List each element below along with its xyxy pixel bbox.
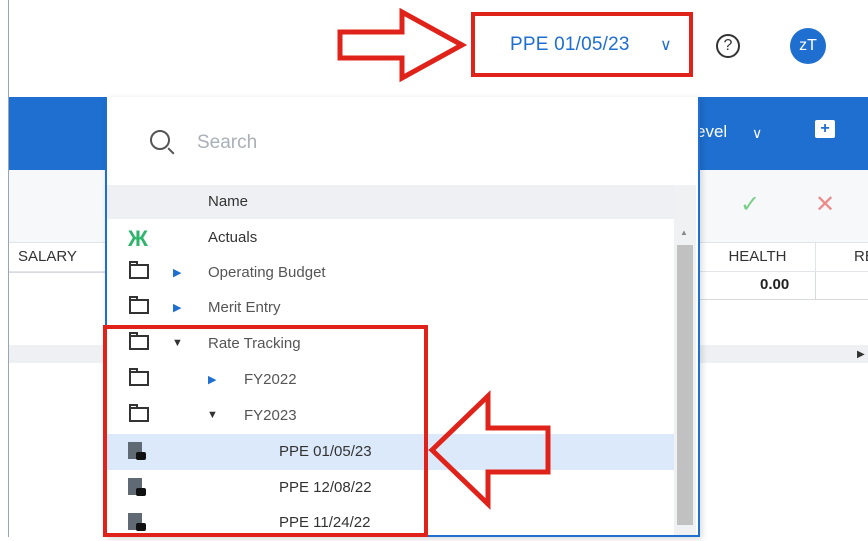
avatar[interactable]: zT xyxy=(790,28,826,64)
row-divider xyxy=(9,272,105,273)
expand-arrow-icon[interactable]: ▶ xyxy=(173,301,181,314)
list-item-label: Operating Budget xyxy=(208,264,326,281)
search-input[interactable] xyxy=(195,128,499,158)
column-header-health[interactable]: HEALTH xyxy=(700,242,815,272)
name-column-label: Name xyxy=(208,193,249,210)
group-row xyxy=(9,345,105,363)
folder-icon xyxy=(129,296,149,314)
list-item-operating-budget[interactable]: ▶ Operating Budget xyxy=(107,255,674,291)
folder-icon xyxy=(129,261,149,279)
callout-box-period-selector xyxy=(471,12,693,77)
list-item-merit-entry[interactable]: ▶ Merit Entry xyxy=(107,290,674,326)
help-icon[interactable]: ? xyxy=(716,34,740,58)
actuals-icon: Ж xyxy=(128,226,148,251)
add-comment-button[interactable]: + xyxy=(815,120,835,138)
search-icon xyxy=(150,130,170,150)
list-item-label: Actuals xyxy=(208,229,258,246)
column-header-re[interactable]: RE xyxy=(815,242,868,272)
column-header-salary[interactable]: SALARY xyxy=(9,242,105,272)
scroll-right-icon[interactable]: ▶ xyxy=(857,349,865,360)
chevron-down-icon[interactable]: ∨ xyxy=(752,125,762,142)
health-value: 0.00 xyxy=(760,276,790,293)
group-row xyxy=(700,345,868,363)
name-column-header xyxy=(107,185,674,219)
check-icon[interactable]: ✓ xyxy=(740,190,760,219)
scroll-up-icon[interactable]: ▲ xyxy=(680,228,688,237)
row-divider xyxy=(700,299,868,300)
column-divider xyxy=(815,272,816,300)
list-item-label: Merit Entry xyxy=(208,299,281,316)
list-item-actuals[interactable]: Ж Actuals xyxy=(107,220,674,256)
level-selector[interactable]: evel xyxy=(696,122,727,142)
scrollbar-thumb[interactable] xyxy=(677,245,693,525)
expand-arrow-icon[interactable]: ▶ xyxy=(173,266,181,279)
callout-box-ppe-list xyxy=(103,325,428,537)
close-icon[interactable]: ✕ xyxy=(815,190,835,219)
